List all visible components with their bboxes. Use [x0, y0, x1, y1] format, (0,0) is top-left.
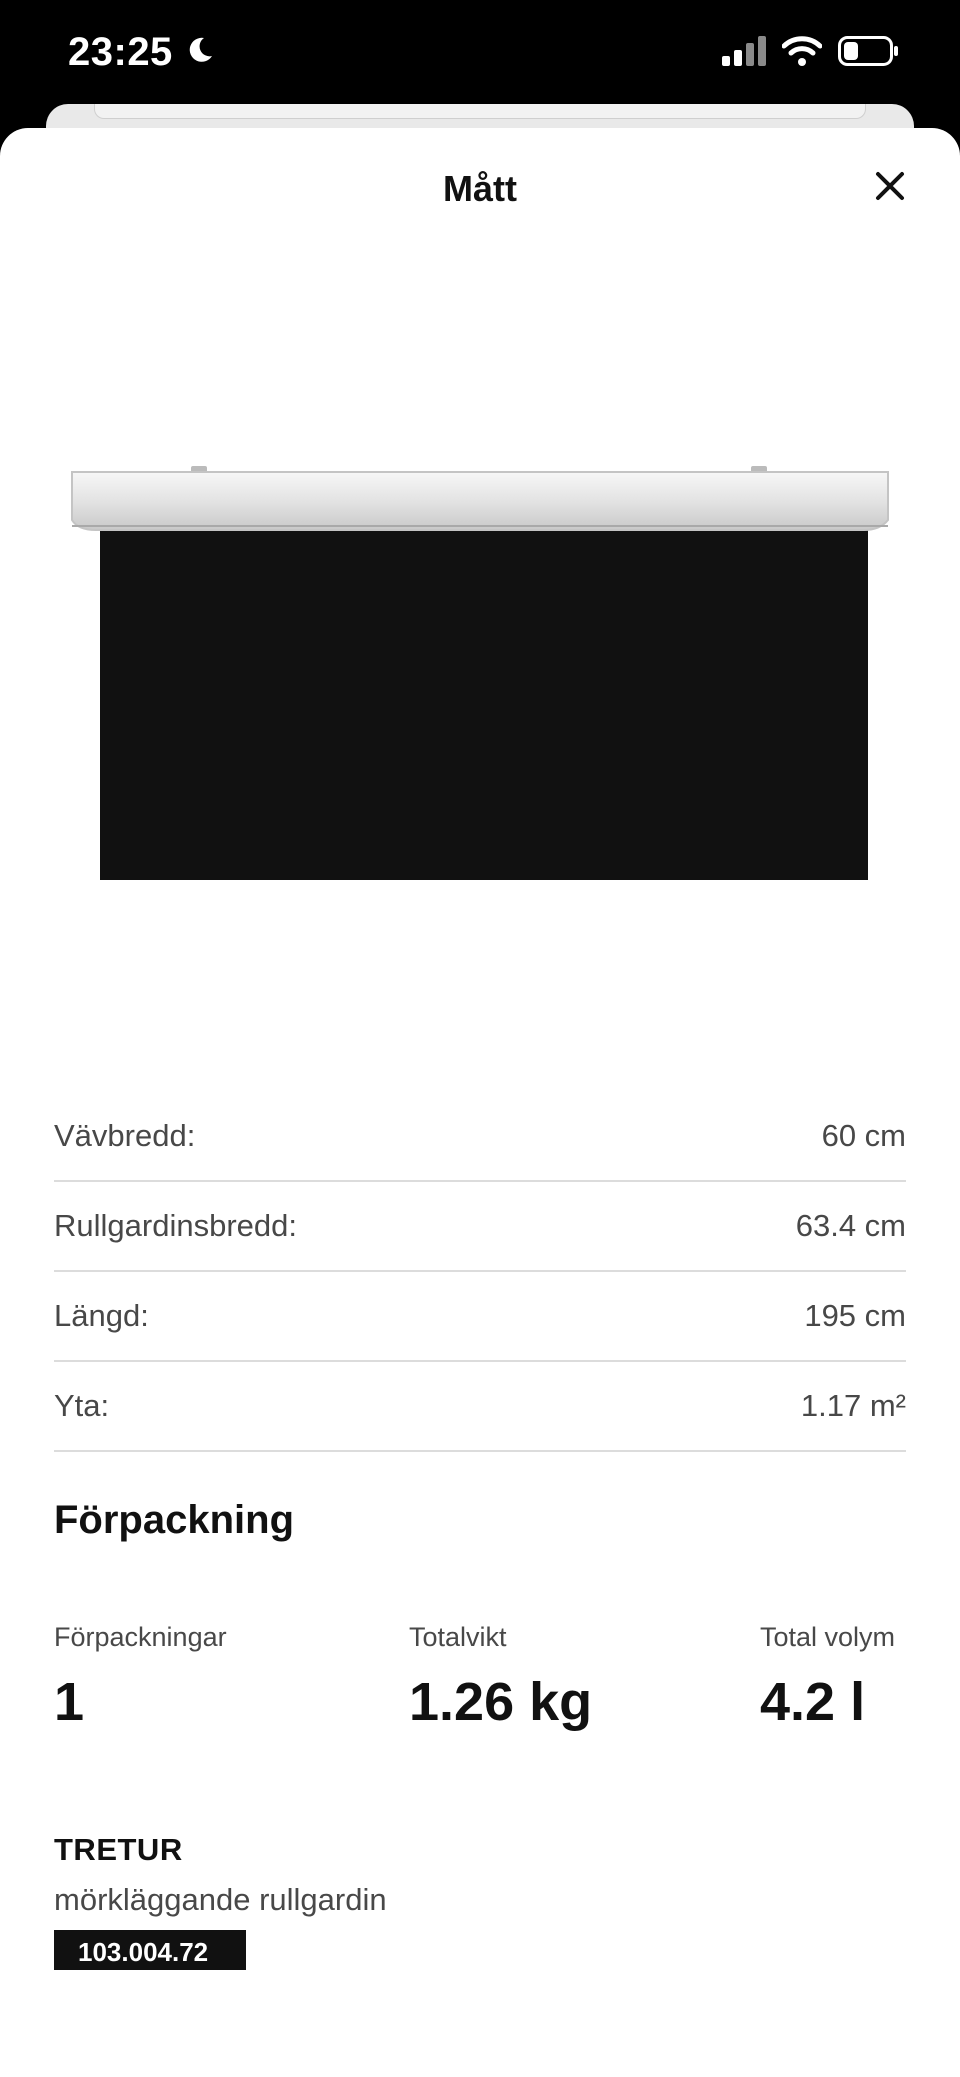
dimension-label: Rullgardinsbredd:: [54, 1208, 297, 1243]
total-weight-value: 1.26 kg: [409, 1672, 593, 1732]
total-weight-label: Totalvikt: [409, 1622, 507, 1652]
dimension-row: Yta: 1.17 m²: [54, 1362, 906, 1452]
packages-value: 1: [54, 1672, 85, 1732]
cellular-signal-icon: [722, 36, 766, 71]
dimension-value: 1.17 m²: [800, 1388, 906, 1423]
total-volume-value: 4.2 l: [760, 1672, 866, 1732]
dimension-label: Längd:: [54, 1298, 149, 1333]
close-icon: [874, 170, 906, 207]
dimension-row: Längd: 195 cm: [54, 1272, 906, 1362]
status-time: 23:25: [68, 30, 215, 75]
clock: 23:25: [68, 30, 173, 74]
dimensions-list: Vävbredd: 60 cm Rullgardinsbredd: 63.4 c…: [54, 1092, 906, 1452]
packages-label: Förpackningar: [54, 1622, 227, 1652]
close-button[interactable]: [864, 162, 916, 214]
total-weight: Totalvikt 1.26 kg: [409, 1622, 592, 1733]
dimension-row: Rullgardinsbredd: 63.4 cm: [54, 1182, 906, 1272]
dimension-row: Vävbredd: 60 cm: [54, 1092, 906, 1182]
article-number-badge: 103.004.72: [54, 1930, 246, 1970]
background-card-content: [94, 104, 866, 119]
dimension-value: 195 cm: [804, 1298, 906, 1333]
status-bar: 23:25: [0, 0, 960, 110]
battery-icon: [838, 36, 900, 71]
product-description: mörkläggande rullgardin: [54, 1882, 387, 1917]
dimension-value: 60 cm: [821, 1118, 906, 1153]
dimension-label: Yta:: [54, 1388, 110, 1423]
moon-icon: [185, 30, 215, 75]
total-volume-label: Total volym: [760, 1622, 896, 1652]
roller-blind-image: [68, 332, 892, 1002]
product-name: TRETUR: [54, 1832, 183, 1867]
dimension-value: 63.4 cm: [795, 1208, 906, 1243]
packages-count: Förpackningar 1: [54, 1622, 227, 1733]
sheet-title: Mått: [443, 168, 517, 209]
blind-fabric: [100, 522, 868, 968]
packaging-heading: Förpackning: [54, 1498, 295, 1542]
total-volume: Total volym 4.2 l: [760, 1622, 895, 1733]
dimension-label: Vävbredd:: [54, 1118, 196, 1153]
wifi-icon: [781, 36, 823, 71]
status-icons: [722, 36, 900, 71]
